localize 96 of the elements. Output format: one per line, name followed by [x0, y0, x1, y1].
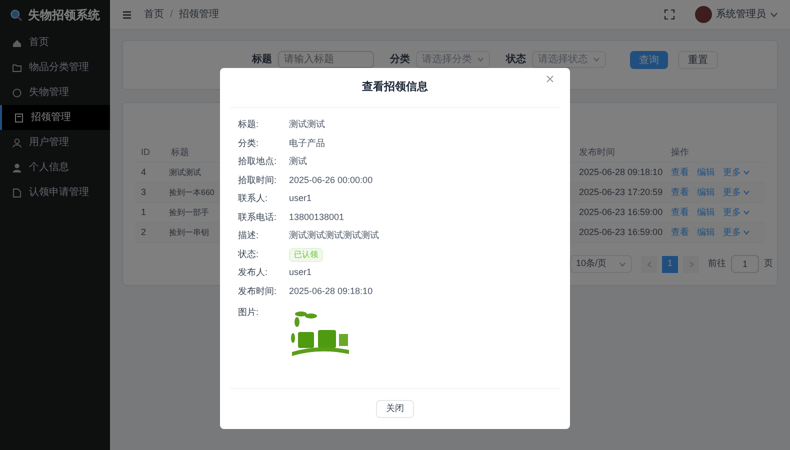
table-cell: 捡到一串钥	[169, 228, 209, 237]
table-cell: 捡到一本660	[169, 188, 214, 197]
action-link[interactable]: 查看	[671, 226, 689, 240]
column-header: ID	[141, 146, 150, 157]
field-label: 状态	[506, 52, 526, 67]
table-cell: 2025-06-23 17:20:59	[579, 186, 663, 197]
sidebar-item[interactable]: 个人信息	[0, 155, 110, 180]
field-label: 分类	[390, 52, 410, 67]
goto-label: 前往	[708, 257, 726, 270]
field-value: 13800138001	[289, 210, 344, 224]
field-value: 2025-06-26 00:00:00	[289, 174, 373, 186]
table-cell: 1	[141, 206, 146, 217]
column-header: 发布时间	[579, 146, 615, 157]
chevron-down-icon	[743, 190, 750, 195]
action-link[interactable]: 编辑	[697, 226, 715, 240]
close-icon[interactable]	[546, 75, 554, 83]
action-link[interactable]: 查看	[671, 186, 689, 200]
page-button[interactable]: 1	[662, 256, 678, 272]
breadcrumb-link[interactable]: 首页	[144, 7, 164, 22]
magnifier-icon	[10, 8, 22, 22]
next-page-button[interactable]	[683, 256, 699, 272]
search-button[interactable]: 查询	[630, 51, 668, 69]
table-cell: 2025-06-28 09:18:10	[579, 166, 663, 177]
sidebar-item[interactable]: 招领管理	[0, 105, 110, 130]
field-label: 状态:	[238, 248, 260, 260]
chevron-down-icon	[593, 57, 600, 62]
menu-icon	[122, 10, 132, 20]
chevron-down-icon	[743, 170, 750, 175]
breadcrumb-separator: /	[170, 8, 173, 22]
more-dropdown[interactable]: 更多	[723, 166, 750, 180]
field-value: 测试测试测试测试测试	[289, 229, 379, 242]
field-label: 标题	[252, 52, 272, 67]
action-link[interactable]: 查看	[671, 166, 689, 180]
page-number-field[interactable]: 1	[731, 255, 759, 273]
action-link[interactable]: 编辑	[697, 206, 715, 220]
table-cell: 4	[141, 166, 146, 177]
sidebar-item[interactable]: 认领申请管理	[0, 180, 110, 205]
app-title: 失物招领系统	[28, 7, 100, 24]
field-value: 测试	[289, 155, 307, 168]
file-icon	[12, 188, 22, 198]
reset-button[interactable]: 重置	[678, 51, 718, 69]
field-value: 电子产品	[289, 136, 325, 150]
person-icon	[12, 162, 22, 172]
chevron-right-icon	[688, 260, 694, 268]
field-label: 分类:	[238, 136, 260, 150]
chevron-down-icon	[743, 230, 750, 235]
dialog-title: 查看招领信息	[362, 80, 428, 96]
chevron-down-icon	[477, 57, 484, 62]
field-label: 发布人:	[238, 266, 269, 279]
sidebar-item[interactable]: 用户管理	[0, 130, 110, 155]
column-header: 标题	[171, 146, 189, 157]
action-link[interactable]: 查看	[671, 206, 689, 220]
user-name[interactable]: 系统管理员	[716, 7, 766, 22]
action-link[interactable]: 编辑	[697, 186, 715, 200]
chevron-down-icon	[770, 12, 778, 18]
breadcrumb-link[interactable]: 招领管理	[178, 7, 219, 22]
table-cell: 2025-06-23 16:59:00	[579, 226, 663, 237]
field-label: 联系人:	[238, 192, 269, 205]
table-cell: 2	[141, 226, 146, 237]
more-dropdown[interactable]: 更多	[723, 206, 750, 220]
more-dropdown[interactable]: 更多	[723, 186, 750, 200]
user-icon	[12, 138, 22, 148]
page-suffix: 页	[764, 257, 773, 270]
sidebar-item[interactable]: 物品分类管理	[0, 55, 110, 80]
status-tag: 已认领	[289, 248, 323, 262]
field-label: 标题:	[238, 118, 260, 131]
table-cell: 测试测试	[169, 168, 201, 177]
table-cell: 捡到一部手	[169, 208, 209, 217]
field-value: user1	[289, 266, 312, 279]
chevron-down-icon	[619, 262, 626, 266]
table-cell: 3	[141, 186, 146, 197]
table-cell: 2025-06-23 16:59:00	[579, 206, 663, 217]
chevron-down-icon	[743, 210, 750, 215]
column-header: 操作	[671, 146, 689, 157]
field-label: 图片:	[238, 306, 260, 319]
close-button[interactable]: 关闭	[376, 400, 414, 418]
field-label: 拾取地点:	[238, 155, 278, 168]
sidebar-item[interactable]: 首页	[0, 30, 110, 55]
field-value: user1	[289, 192, 312, 205]
action-link[interactable]: 编辑	[697, 166, 715, 180]
field-label: 发布时间:	[238, 284, 278, 298]
field-value: 测试测试	[289, 118, 325, 131]
field-value: 2025-06-28 09:18:10	[289, 284, 373, 298]
home-icon	[12, 38, 22, 48]
field-label: 拾取时间:	[238, 174, 278, 186]
chevron-left-icon	[646, 260, 652, 268]
folder-icon	[12, 62, 22, 72]
field-label: 描述:	[238, 229, 260, 242]
previous-page-button[interactable]	[641, 256, 657, 272]
user-avatar[interactable]	[695, 6, 712, 23]
field-label: 联系电话:	[238, 210, 278, 224]
sidebar-item[interactable]: 失物管理	[0, 80, 110, 105]
fullscreen-icon	[664, 9, 675, 20]
more-dropdown[interactable]: 更多	[723, 226, 750, 240]
title-input-field[interactable]: 请输入标题	[278, 51, 374, 68]
document-icon	[14, 112, 24, 122]
